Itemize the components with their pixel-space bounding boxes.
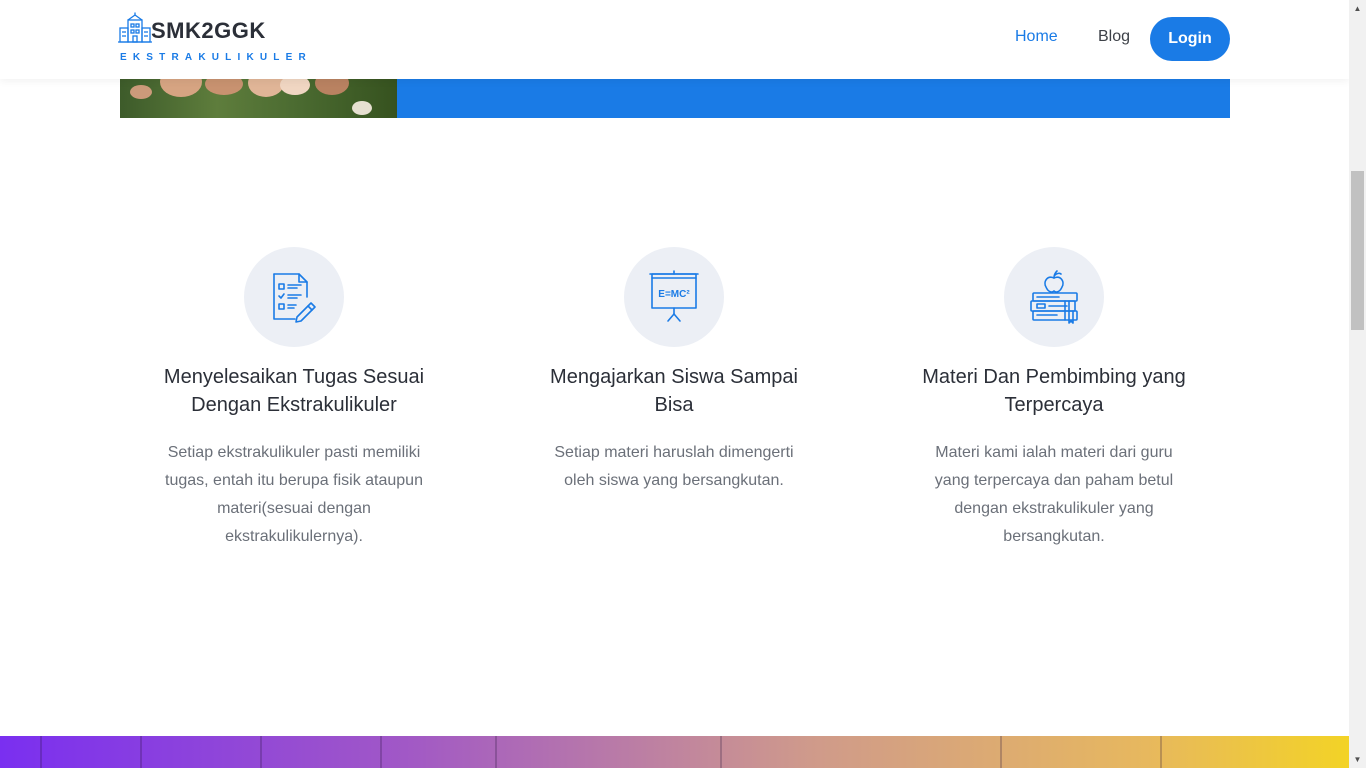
nav-blog-link[interactable]: Blog bbox=[1098, 28, 1130, 46]
hero-blue-panel bbox=[397, 79, 1230, 118]
books-apple-icon bbox=[1030, 270, 1078, 324]
page: SMK2GGK EKSTRAKULIKULER Home Blog Login bbox=[0, 0, 1349, 768]
page-scrollbar[interactable]: ▲ ▼ bbox=[1349, 0, 1366, 768]
hands-together-photo bbox=[120, 79, 397, 118]
feature-icon-circle bbox=[1004, 247, 1104, 347]
feature-icon-circle bbox=[244, 247, 344, 347]
feature-description: Materi kami ialah materi dari guru yang … bbox=[934, 444, 1174, 545]
login-button[interactable]: Login bbox=[1150, 17, 1230, 61]
school-building-icon bbox=[118, 12, 152, 43]
feature-title: Menyelesaikan Tugas Sesuai Dengan Ekstra… bbox=[163, 366, 425, 416]
site-header: SMK2GGK EKSTRAKULIKULER Home Blog Login bbox=[0, 0, 1349, 79]
hero-strip bbox=[120, 79, 1230, 118]
presentation-board-icon: E=MC² bbox=[649, 270, 699, 322]
feature-title: Materi Dan Pembimbing yang Terpercaya bbox=[922, 366, 1186, 416]
feature-card-materials: Materi Dan Pembimbing yang Terpercaya Ma… bbox=[904, 247, 1204, 551]
equation-label: E=MC² bbox=[658, 289, 690, 300]
brand-logo-link[interactable]: SMK2GGK EKSTRAKULIKULER bbox=[118, 12, 318, 68]
brand-tagline: EKSTRAKULIKULER bbox=[120, 52, 312, 63]
checklist-document-icon bbox=[273, 273, 316, 323]
brand-name: SMK2GGK bbox=[151, 18, 266, 43]
scroll-up-arrow-icon[interactable]: ▲ bbox=[1349, 0, 1366, 17]
feature-icon-circle: E=MC² bbox=[624, 247, 724, 347]
feature-title: Mengajarkan Siswa Sampai Bisa bbox=[550, 366, 798, 416]
feature-description: Setiap ekstrakulikuler pasti memiliki tu… bbox=[165, 444, 423, 545]
scrollbar-thumb[interactable] bbox=[1351, 171, 1364, 330]
next-section-banner bbox=[0, 736, 1349, 768]
nav-home-link[interactable]: Home bbox=[1015, 28, 1058, 46]
scroll-down-arrow-icon[interactable]: ▼ bbox=[1349, 751, 1366, 768]
feature-card-teaching: E=MC² Mengajarkan Siswa Sampai Bisa Seti… bbox=[524, 247, 824, 495]
feature-description: Setiap materi haruslah dimengerti oleh s… bbox=[554, 444, 794, 489]
feature-card-tasks: Menyelesaikan Tugas Sesuai Dengan Ekstra… bbox=[144, 247, 444, 551]
